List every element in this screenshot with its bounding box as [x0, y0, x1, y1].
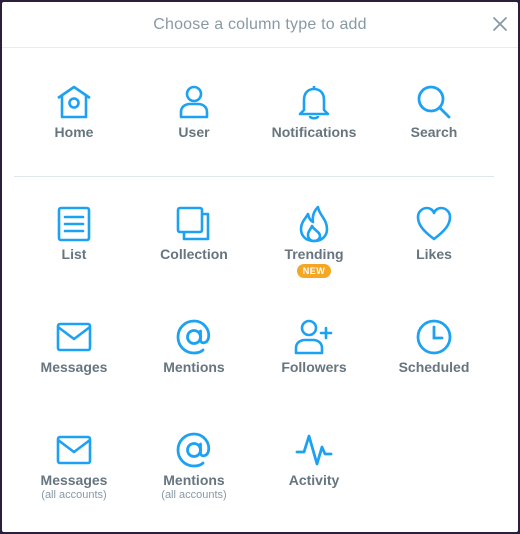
modal-header: Choose a column type to add — [2, 2, 518, 48]
at-icon — [174, 317, 214, 357]
add-user-icon — [294, 317, 334, 357]
envelope-icon — [54, 430, 94, 470]
column-type-label: Search — [410, 124, 458, 140]
column-type-label: Mentions — [163, 472, 225, 488]
column-type-user[interactable]: User — [134, 82, 254, 140]
column-type-label: Mentions — [163, 359, 225, 375]
column-type-label: User — [178, 124, 210, 140]
column-type-label: Trending — [284, 246, 344, 262]
column-type-sublabel: (all accounts) — [41, 489, 107, 501]
column-type-activity[interactable]: Activity — [254, 430, 374, 501]
user-icon — [174, 82, 214, 122]
column-type-likes[interactable]: Likes — [374, 204, 494, 278]
close-icon[interactable] — [490, 14, 510, 34]
column-type-label: Likes — [416, 246, 452, 262]
column-type-trending[interactable]: Trending NEW — [254, 204, 374, 278]
modal-title: Choose a column type to add — [153, 15, 367, 33]
column-type-messages-all-accounts[interactable]: Messages (all accounts) — [14, 430, 134, 501]
column-type-home[interactable]: Home — [14, 82, 134, 140]
at-icon — [174, 430, 214, 470]
column-type-label: Messages — [40, 472, 108, 488]
column-type-followers[interactable]: Followers — [254, 317, 374, 375]
column-type-label: Scheduled — [398, 359, 470, 375]
search-icon — [414, 82, 454, 122]
column-type-list[interactable]: List — [14, 204, 134, 278]
column-type-sublabel: (all accounts) — [161, 489, 227, 501]
column-type-row: Messages Mentions Followers Scheduled — [14, 317, 494, 375]
column-type-label: Activity — [288, 472, 340, 488]
column-type-mentions-all-accounts[interactable]: Mentions (all accounts) — [134, 430, 254, 501]
collection-icon — [174, 204, 214, 244]
column-type-label: Notifications — [271, 124, 357, 140]
flame-icon — [294, 204, 334, 244]
divider — [14, 176, 494, 177]
column-type-row: Home User Notifications Search — [14, 82, 494, 140]
add-column-modal: Choose a column type to add Home User No… — [2, 2, 518, 532]
clock-icon — [414, 317, 454, 357]
activity-icon — [294, 430, 334, 470]
column-type-search[interactable]: Search — [374, 82, 494, 140]
column-type-label: Home — [54, 124, 94, 140]
bell-icon — [294, 82, 334, 122]
home-icon — [54, 82, 94, 122]
column-type-row: List Collection Trending NEW Likes — [14, 204, 494, 278]
new-badge: NEW — [296, 264, 332, 278]
column-type-notifications[interactable]: Notifications — [254, 82, 374, 140]
column-type-label: Followers — [281, 359, 347, 375]
column-type-collection[interactable]: Collection — [134, 204, 254, 278]
column-type-label: Messages — [40, 359, 108, 375]
column-type-row: Messages (all accounts) Mentions (all ac… — [14, 430, 494, 501]
column-type-mentions[interactable]: Mentions — [134, 317, 254, 375]
list-icon — [54, 204, 94, 244]
heart-icon — [414, 204, 454, 244]
column-type-label: Collection — [160, 246, 228, 262]
column-type-label: List — [61, 246, 87, 262]
column-type-scheduled[interactable]: Scheduled — [374, 317, 494, 375]
column-type-messages[interactable]: Messages — [14, 317, 134, 375]
envelope-icon — [54, 317, 94, 357]
